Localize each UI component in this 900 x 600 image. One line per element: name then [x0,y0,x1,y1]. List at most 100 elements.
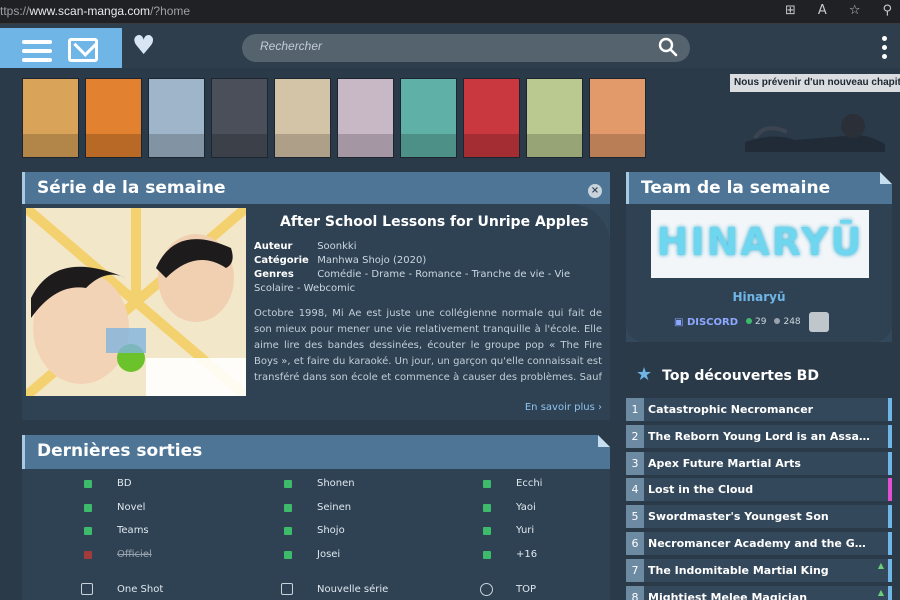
release-filter[interactable]: Officiel [84,549,152,560]
top-item-title[interactable]: The Indomitable Martial King [648,564,870,577]
filter-new-series[interactable]: Nouvelle série [281,583,388,595]
filter-toggle[interactable] [284,550,292,559]
release-filter[interactable]: BD [84,478,132,489]
filter-toggle[interactable] [84,480,92,488]
filter-toggle[interactable] [84,550,92,559]
top-list-item[interactable]: 8 Mightiest Melee Magician ▲ [626,585,892,600]
manga-cover[interactable] [400,78,457,158]
series-author[interactable]: Soonkki [317,241,356,252]
top-item-title[interactable]: Catastrophic Necromancer [648,403,870,416]
releases-section-title: Dernières sorties [37,441,203,461]
top-item-title[interactable]: Apex Future Martial Arts [648,457,870,470]
top-list-item[interactable]: 5 Swordmaster's Youngest Son [626,505,892,529]
manga-cover[interactable] [148,78,205,158]
read-aloud-icon[interactable]: A [818,3,827,18]
discord-member-count: 248 [774,317,801,327]
team-name[interactable]: Hinaryū [626,290,892,304]
team-avatar[interactable] [808,312,829,332]
checkbox[interactable] [281,583,293,595]
filter-top[interactable]: TOP [480,583,536,596]
top-item-title[interactable]: Swordmaster's Youngest Son [648,510,870,523]
search-input[interactable] [260,39,640,53]
more-options-icon[interactable] [882,36,888,63]
release-filter[interactable]: Ecchi [483,478,542,489]
top-list-item[interactable]: 1 Catastrophic Necromancer [626,398,892,421]
filter-toggle[interactable] [284,503,292,512]
top-item-title[interactable]: Mightiest Melee Magician [648,591,870,600]
browser-address-bar[interactable]: ttps://www.scan-manga.com/?home ⊞ A ☆ ⚲ [0,0,900,24]
rank-badge: 6 [626,531,644,555]
discord-online-count: 29 [746,317,766,327]
release-filter[interactable]: Novel [84,502,145,513]
mail-icon[interactable] [68,38,98,62]
filter-toggle[interactable] [483,527,491,535]
item-color-bar [888,398,892,421]
series-category: Manhwa Shojo (2020) [317,255,427,266]
release-filter[interactable]: Shonen [284,478,355,489]
team-logo[interactable]: HINARYŪ [651,210,869,278]
team-section-title: Team de la semaine [641,178,831,198]
manga-cover[interactable] [589,78,646,158]
read-more-link[interactable]: En savoir plus › [525,402,602,413]
manga-cover[interactable] [22,78,79,158]
manga-cover[interactable] [274,78,331,158]
rank-badge: 8 [626,585,644,600]
radio[interactable] [480,583,493,596]
filter-toggle[interactable] [483,503,491,512]
checkbox[interactable] [81,583,93,595]
filter-toggle[interactable] [284,527,292,535]
manga-cover[interactable] [526,78,583,158]
search-icon[interactable] [658,37,678,57]
manga-cover[interactable] [463,78,520,158]
latest-releases: Dernières sorties One Shot Nouvelle séri… [22,435,610,600]
manga-cover[interactable] [85,78,142,158]
release-filter[interactable]: Yaoi [483,502,536,513]
release-filter[interactable]: +16 [483,549,537,560]
filter-one-shot[interactable]: One Shot [81,583,163,595]
team-stats: ▣ DISCORD 29 248 [674,312,829,332]
manga-cover[interactable] [337,78,394,158]
url-text[interactable]: ttps://www.scan-manga.com/?home [0,4,190,18]
series-meta: Auteur Soonkki Catégorie Manhwa Shojo (2… [254,241,571,294]
favorite-star-icon[interactable]: ☆ [849,3,861,18]
top-list-item[interactable]: 7 The Indomitable Martial King ▲ [626,558,892,582]
filter-toggle[interactable] [483,480,491,488]
top-item-title[interactable]: Lost in the Cloud [648,483,870,496]
favorites-heart-icon[interactable]: ♥ [132,33,155,59]
series-cover-image[interactable] [26,208,246,396]
release-filter[interactable]: Josei [284,549,340,560]
filter-toggle[interactable] [284,480,292,488]
team-card: HINARYŪ Hinaryū ▣ DISCORD 29 248 [626,204,892,342]
apps-icon[interactable]: ⊞ [785,3,796,18]
release-filter[interactable]: Shojo [284,525,345,536]
top-item-title[interactable]: Necromancer Academy and the Genius Summo… [648,537,870,550]
top-list-item[interactable]: 2 The Reborn Young Lord is an Assassin [626,424,892,448]
top-list-item[interactable]: 6 Necromancer Academy and the Genius Summ… [626,531,892,555]
close-icon[interactable]: × [588,184,602,198]
browser-actions: ⊞ A ☆ ⚲ [785,3,892,18]
series-of-the-week: Série de la semaine × After School Lesso… [22,172,610,420]
item-color-bar [888,585,892,600]
rank-badge: 7 [626,558,644,582]
release-filter[interactable]: Seinen [284,502,351,513]
menu-icon[interactable] [22,40,52,62]
item-color-bar [888,505,892,529]
release-filter[interactable]: Yuri [483,525,534,536]
releases-header: Dernières sorties [22,435,610,469]
series-title[interactable]: After School Lessons for Unripe Apples [280,214,588,230]
series-card[interactable]: After School Lessons for Unripe Apples A… [22,204,610,420]
notify-new-chapter-tooltip[interactable]: Nous prévenir d'un nouveau chapitre [730,74,900,92]
top-item-title[interactable]: The Reborn Young Lord is an Assassin [648,430,870,443]
extension-icon[interactable]: ⚲ [882,3,892,18]
filter-toggle[interactable] [84,527,92,535]
filter-toggle[interactable] [84,503,92,512]
trend-up-icon: ▲ [877,560,884,570]
top-list-item[interactable]: 3 Apex Future Martial Arts [626,451,892,475]
latest-covers-strip [22,78,646,158]
filter-toggle[interactable] [483,550,491,559]
top-list-item[interactable]: 4 Lost in the Cloud [626,478,892,502]
rank-badge: 5 [626,505,644,529]
release-filter[interactable]: Teams [84,525,149,536]
discord-link[interactable]: ▣ DISCORD [674,317,738,328]
manga-cover[interactable] [211,78,268,158]
